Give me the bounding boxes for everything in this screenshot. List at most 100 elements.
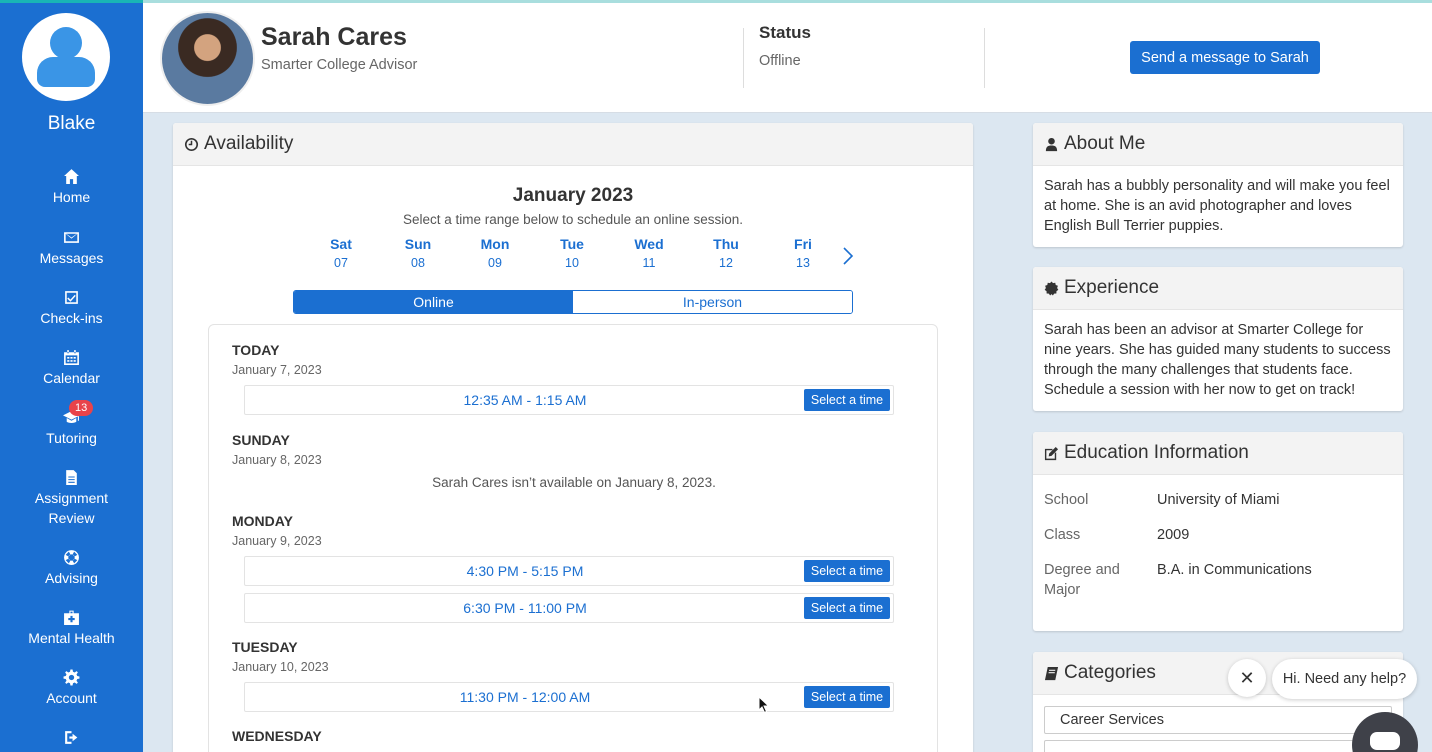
day-date: 10 [565,256,579,270]
nav-calendar[interactable]: Calendar [0,349,143,388]
nav-check-ins[interactable]: Check-ins [0,289,143,328]
day-sat[interactable]: Sat 07 [311,236,371,270]
schedule-day-title: TUESDAY [232,639,298,655]
education-value: 2009 [1157,527,1190,543]
nav-home[interactable]: Home [0,168,143,207]
select-time-button[interactable]: Select a time [804,389,890,411]
header-divider [984,28,985,88]
experience-header: Experience [1033,267,1403,310]
categories-title: Categories [1064,662,1156,683]
advisor-photo [160,11,255,106]
experience-text: Sarah has been an advisor at Smarter Col… [1044,322,1391,398]
category-item[interactable]: Career Services [1044,706,1392,734]
home-icon [0,168,143,186]
nav-mental-health[interactable]: Mental Health [0,609,143,648]
about-me-title: About Me [1064,133,1146,154]
day-date: 13 [796,256,810,270]
unavailable-note: Sarah Cares isn’t available on January 8… [432,475,716,490]
nav-messages-label: Messages [39,250,104,266]
education-label: Degree and Major [1044,562,1120,598]
nav-tutoring[interactable]: 13 Tutoring [0,400,143,448]
medkit-icon [0,609,143,627]
category-item[interactable] [1044,740,1392,752]
day-name: Sun [404,236,432,252]
book-icon [1044,666,1059,680]
user-name: Blake [47,113,96,134]
chat-close-button[interactable]: ✕ [1228,659,1266,697]
day-mon[interactable]: Mon 09 [465,236,525,270]
schedule-day-title: SUNDAY [232,432,290,448]
schedule-day-date: January 10, 2023 [232,660,329,674]
time-slot: 12:35 AM - 1:15 AM Select a time [244,385,894,415]
day-date: 08 [411,256,425,270]
mode-inperson-tab[interactable]: In-person [573,291,852,313]
nav-calendar-label: Calendar [43,370,100,386]
header-divider [743,28,744,88]
advisor-role: Smarter College Advisor [261,57,418,73]
nav-check-ins-label: Check-ins [40,310,103,326]
nav-account-label: Account [46,690,97,706]
day-name: Fri [794,236,812,252]
day-thu[interactable]: Thu 12 [696,236,756,270]
select-time-button[interactable]: Select a time [804,560,890,582]
time-slot: 11:30 PM - 12:00 AM Select a time [244,682,894,712]
nav-mental-health-label: Mental Health [28,630,115,646]
user-avatar[interactable] [22,13,110,101]
time-slot: 4:30 PM - 5:15 PM Select a time [244,556,894,586]
time-slot: 6:30 PM - 11:00 PM Select a time [244,593,894,623]
select-time-button[interactable]: Select a time [804,686,890,708]
month-title: January 2023 [512,185,634,206]
schedule-day-date: January 7, 2023 [232,363,322,377]
slot-time: 12:35 AM - 1:15 AM [463,392,587,408]
schedule-instruction: Select a time range below to schedule an… [403,212,743,227]
nav-advising-label: Advising [45,570,98,586]
about-me-header: About Me [1033,123,1403,166]
about-me-card: About Me Sarah has a bubbly personality … [1033,123,1403,247]
status-label: Status [759,23,811,42]
day-name: Thu [713,236,739,252]
education-value: B.A. in Communications [1157,562,1312,578]
day-name: Mon [480,236,510,252]
badge-icon [1044,280,1059,295]
day-tue[interactable]: Tue 10 [542,236,602,270]
nav-tutoring-label: Tutoring [46,430,97,446]
chat-icon [1370,732,1400,750]
education-card: Education Information School University … [1033,432,1403,631]
nav-sign-out[interactable] [0,729,143,748]
chevron-right-icon[interactable] [841,245,855,267]
day-name: Wed [634,236,664,252]
experience-title: Experience [1064,277,1160,298]
availability-card: Availability January 2023 Select a time … [173,123,973,752]
availability-header: Availability [173,123,973,166]
day-fri[interactable]: Fri 13 [773,236,833,270]
nav-account[interactable]: Account [0,669,143,708]
sign-out-icon [0,729,143,747]
day-name: Sat [330,236,352,252]
chat-prompt[interactable]: Hi. Need any help? [1272,659,1417,699]
day-wed[interactable]: Wed 11 [619,236,679,270]
day-sun[interactable]: Sun 08 [388,236,448,270]
advisor-name: Sarah Cares [261,23,407,51]
day-date: 12 [719,256,733,270]
schedule-day-title: MONDAY [232,513,293,529]
about-me-text: Sarah has a bubbly personality and will … [1044,178,1390,234]
slot-time: 4:30 PM - 5:15 PM [466,563,584,579]
avatar-body [37,57,95,87]
clock-icon [184,137,199,151]
day-date: 07 [334,256,348,270]
slot-time: 11:30 PM - 12:00 AM [459,689,591,705]
day-date: 11 [642,256,656,270]
select-time-button[interactable]: Select a time [804,597,890,619]
education-label: School [1044,492,1089,508]
mouse-cursor-icon [758,696,770,714]
nav-advising[interactable]: Advising [0,549,143,588]
mode-online-tab[interactable]: Online [294,291,573,313]
avatar-head [50,27,82,59]
nav-assignment-review-label: Assignment Review [34,490,109,526]
edit-icon [1044,446,1059,460]
nav-home-label: Home [52,189,91,205]
nav-assignment-review[interactable]: Assignment Review [0,469,143,528]
send-message-button[interactable]: Send a message to Sarah [1130,41,1320,74]
tutoring-badge: 13 [69,400,94,416]
nav-messages[interactable]: Messages [0,229,143,268]
